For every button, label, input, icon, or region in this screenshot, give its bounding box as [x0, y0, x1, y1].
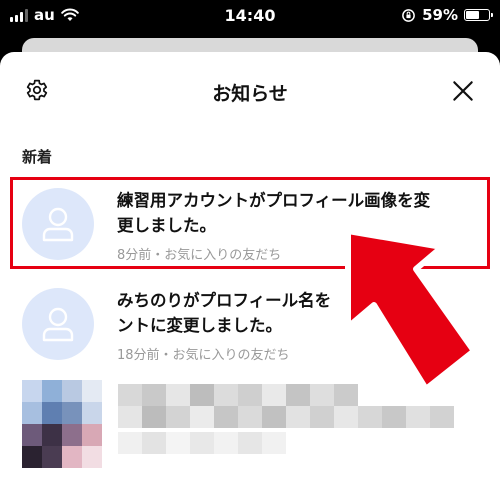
- person-icon: [42, 307, 74, 342]
- battery-icon: [464, 9, 493, 21]
- close-icon[interactable]: [450, 78, 476, 104]
- status-right: 59%: [401, 6, 493, 24]
- message-line-1-left: みちのりがプロフィール名を: [117, 291, 332, 310]
- status-bar: au 14:40 59%: [0, 0, 500, 34]
- section-label-new: 新着: [22, 148, 53, 166]
- red-arrow-icon: [345, 228, 477, 392]
- battery-percent: 59%: [422, 6, 458, 24]
- sheet-header: お知らせ: [0, 52, 500, 128]
- avatar: [22, 288, 94, 360]
- orientation-lock-icon: [402, 8, 415, 22]
- notification-meta: 18分前・お気に入りの友だち: [117, 348, 290, 363]
- page-title: お知らせ: [212, 83, 288, 105]
